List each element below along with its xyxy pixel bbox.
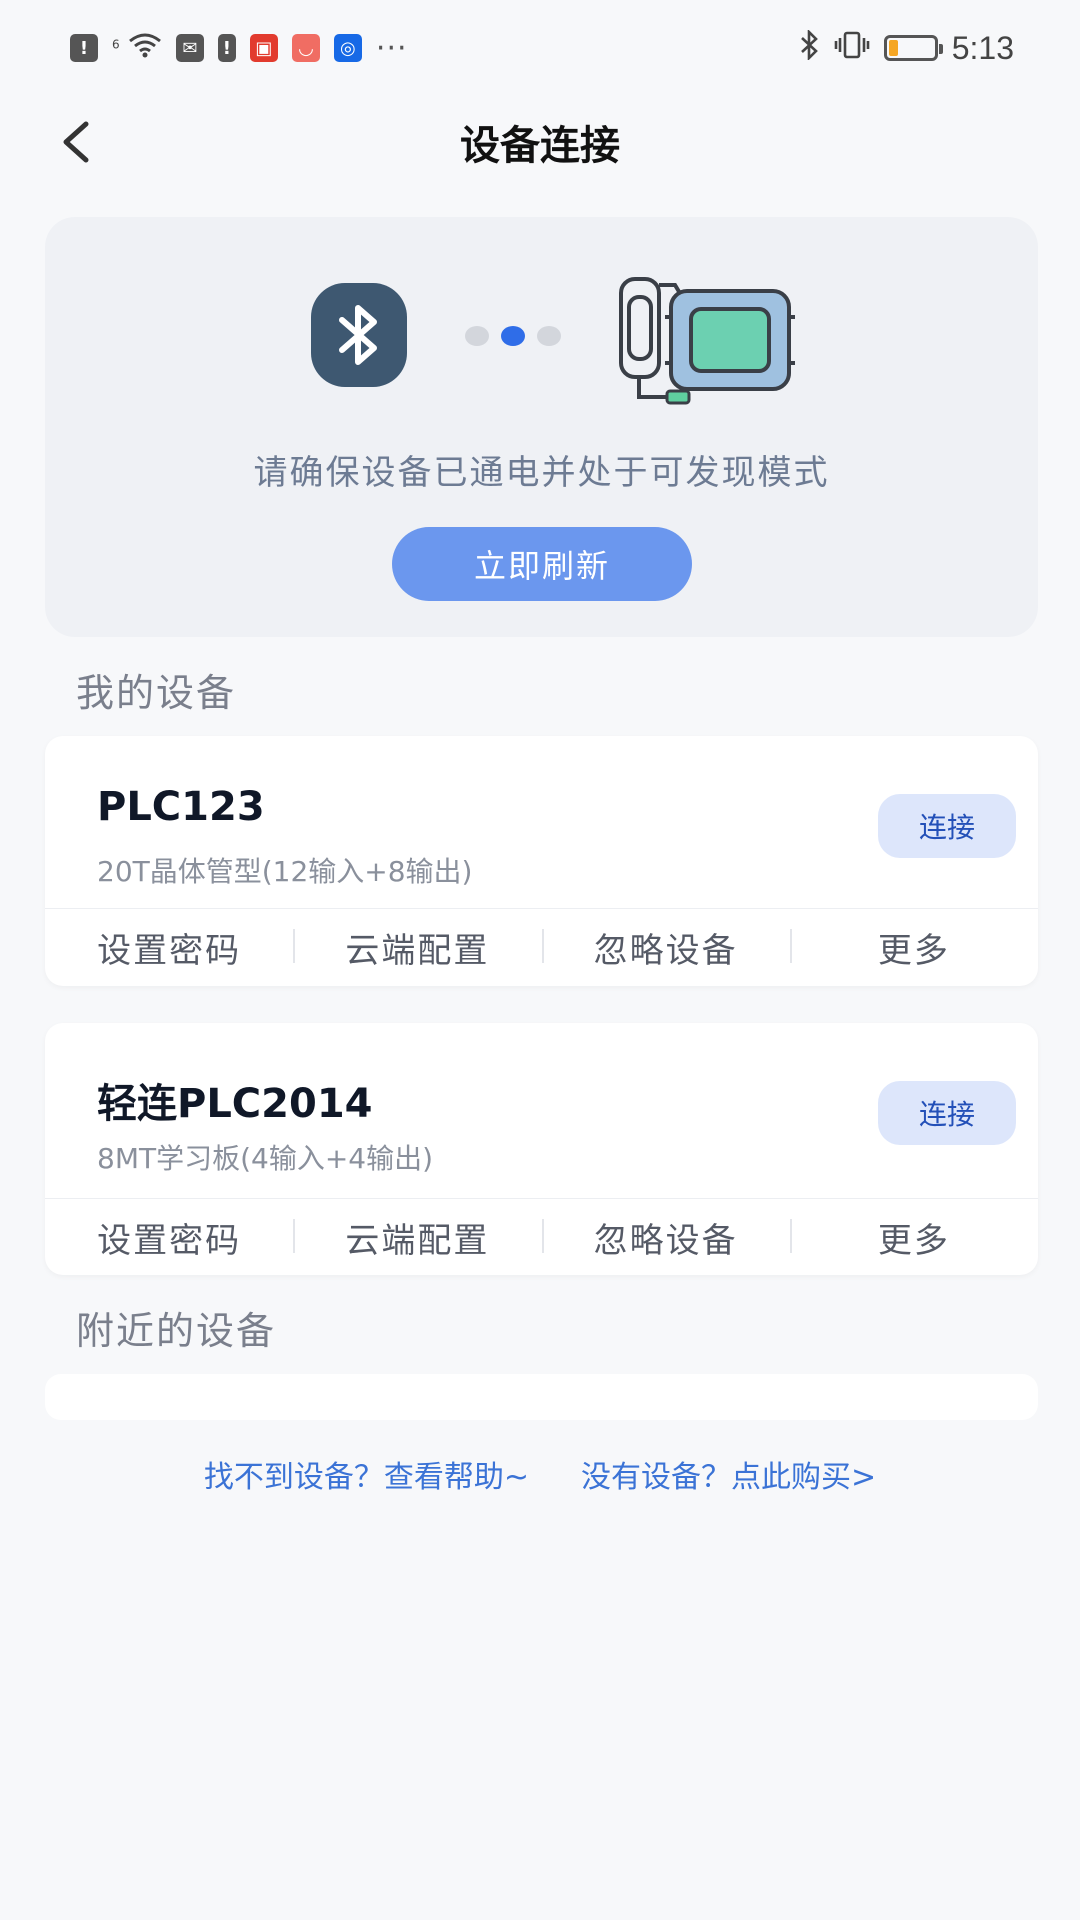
progress-dot: [537, 326, 561, 346]
page-title: 设备连接: [460, 123, 620, 169]
sim-alert-icon: !: [217, 34, 236, 62]
blue-app-icon: ◎: [333, 34, 362, 62]
device-description: 20T晶体管型(12输入+8输出): [97, 855, 473, 888]
bluetooth-badge-icon: [311, 283, 407, 387]
alert-icon: !: [70, 34, 98, 62]
back-arrow-icon: [63, 121, 89, 163]
clock: 5:13: [951, 29, 1014, 66]
more-button[interactable]: 更多: [789, 923, 1038, 972]
wifi-icon: 6: [112, 32, 162, 65]
mail-icon: ✉: [175, 34, 204, 62]
nearby-devices-list: [45, 1374, 1038, 1420]
vibrate-icon: [834, 31, 870, 66]
plc-device-icon: [619, 277, 795, 405]
device-actions: 设置密码 云端配置 忽略设备 更多: [45, 1198, 1038, 1276]
battery-icon: [883, 35, 943, 61]
discoverable-hint: 请确保设备已通电并处于可发现模式: [253, 453, 830, 493]
scan-panel: 请确保设备已通电并处于可发现模式 立即刷新: [45, 217, 1038, 637]
wifi-label: 6: [112, 36, 120, 51]
set-password-button[interactable]: 设置密码: [45, 923, 293, 972]
status-bar: ! 6 ✉ ! ▣ ◡ ◎ ··· 5:13: [0, 0, 1080, 96]
footer-links: 找不到设备？查看帮助~ 没有设备？点此购买>: [0, 1452, 1080, 1496]
help-link[interactable]: 找不到设备？查看帮助~: [204, 1452, 529, 1496]
battery-level: [888, 40, 898, 56]
device-description: 8MT学习板(4输入+4输出): [97, 1142, 434, 1175]
bluetooth-icon: [798, 28, 820, 67]
nav-bar: 设备连接: [0, 100, 1080, 184]
cloud-config-button[interactable]: 云端配置: [293, 923, 541, 972]
device-card: 轻连PLC2014 8MT学习板(4输入+4输出) 连接 设置密码 云端配置 忽…: [45, 1023, 1038, 1275]
connecting-dots: [465, 326, 561, 346]
progress-dot: [465, 326, 489, 346]
connect-button[interactable]: 连接: [878, 794, 1016, 858]
ignore-device-button[interactable]: 忽略设备: [541, 923, 790, 972]
red-app-icon: ▣: [249, 34, 278, 62]
connect-button[interactable]: 连接: [878, 1081, 1016, 1145]
more-button[interactable]: 更多: [789, 1213, 1038, 1262]
device-actions: 设置密码 云端配置 忽略设备 更多: [45, 908, 1038, 986]
system-icons: 5:13: [798, 28, 1014, 67]
nearby-devices-title: 附近的设备: [76, 1309, 277, 1353]
shopping-app-icon: ◡: [291, 34, 320, 62]
device-name: PLC123: [97, 784, 265, 830]
notification-icons: ! 6 ✉ ! ▣ ◡ ◎ ···: [70, 31, 408, 66]
device-card: PLC123 20T晶体管型(12输入+8输出) 连接 设置密码 云端配置 忽略…: [45, 736, 1038, 986]
more-notifications-icon: ···: [375, 30, 408, 66]
back-button[interactable]: [48, 114, 104, 170]
progress-dot-active: [501, 326, 525, 346]
my-devices-title: 我的设备: [76, 671, 237, 715]
refresh-button[interactable]: 立即刷新: [392, 527, 692, 601]
ignore-device-button[interactable]: 忽略设备: [541, 1213, 790, 1262]
set-password-button[interactable]: 设置密码: [45, 1213, 293, 1262]
device-name: 轻连PLC2014: [97, 1081, 373, 1127]
buy-link[interactable]: 没有设备？点此购买>: [581, 1452, 876, 1496]
cloud-config-button[interactable]: 云端配置: [293, 1213, 541, 1262]
